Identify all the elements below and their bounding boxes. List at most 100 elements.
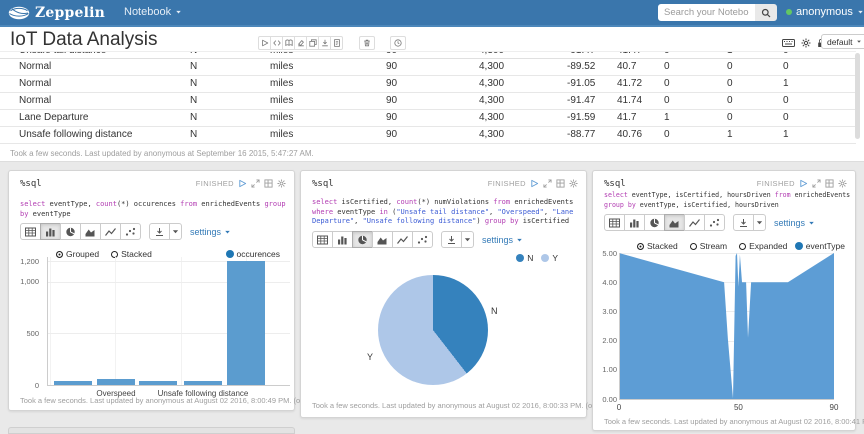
pie-label-y: Y — [367, 352, 373, 362]
table-cell: 0 — [783, 93, 789, 109]
table-scrollbar[interactable] — [855, 53, 860, 139]
table-cell: N — [190, 51, 197, 59]
expand-paragraph-icon[interactable] — [812, 179, 821, 188]
bar-unsafe-following-distance — [184, 381, 222, 385]
bar-chart-button[interactable] — [624, 214, 645, 231]
search-button[interactable] — [755, 4, 777, 21]
interpreter-binding-button[interactable]: default — [821, 34, 864, 49]
table-cell: 90 — [386, 110, 397, 126]
radio-stacked[interactable]: Stacked — [637, 241, 678, 251]
area-chart-button[interactable] — [372, 231, 393, 248]
version-control-button[interactable] — [330, 36, 343, 50]
download-options-button[interactable] — [753, 214, 766, 231]
next-paragraph-edge[interactable] — [8, 427, 295, 434]
paragraph-footer: Took a few seconds. Last updated by anon… — [10, 149, 314, 158]
pie-chart-button[interactable] — [60, 223, 81, 240]
paragraph-footer: Took a few seconds. Last updated by anon… — [312, 401, 620, 410]
interpreter-binding-gear-icon[interactable] — [801, 38, 811, 48]
run-paragraph-icon[interactable] — [530, 179, 539, 188]
download-options-button[interactable] — [461, 231, 474, 248]
run-paragraph-icon[interactable] — [238, 179, 247, 188]
clone-note-icon — [309, 39, 317, 47]
legend-item-n[interactable]: N — [516, 253, 533, 263]
download-button[interactable] — [441, 231, 462, 248]
toggle-editor-icon[interactable] — [825, 179, 834, 188]
radio-grouped[interactable]: Grouped — [56, 249, 99, 259]
table-cell: 0 — [727, 76, 733, 92]
interpreter-binding-label: default — [827, 37, 853, 47]
table-cell: 40.7 — [617, 59, 636, 75]
table-cell: 41.7 — [617, 110, 636, 126]
pie-chart-button[interactable] — [644, 214, 665, 231]
scatter-chart-icon — [125, 227, 136, 237]
radio-stream[interactable]: Stream — [690, 241, 727, 251]
paragraph-settings-icon[interactable] — [277, 179, 286, 188]
table-button[interactable] — [312, 231, 333, 248]
legend-item-occurences[interactable]: occurences — [226, 249, 280, 259]
x-axis-tick: 0 — [617, 403, 621, 412]
zeppelin-brand[interactable]: Zeppelin — [8, 5, 105, 21]
line-chart-button[interactable] — [392, 231, 413, 248]
paragraph-settings-icon[interactable] — [838, 179, 847, 188]
pie-chart: NYNY — [301, 249, 586, 407]
expand-paragraph-icon[interactable] — [543, 179, 552, 188]
x-axis-tick: 90 — [830, 403, 839, 412]
table-cell: 4,300 — [479, 76, 504, 92]
legend-item-y[interactable]: Y — [541, 253, 558, 263]
status-badge: FINISHED — [757, 179, 795, 188]
bar-chart-button[interactable] — [40, 223, 61, 240]
table-cell: 40.76 — [617, 127, 642, 143]
keyboard-shortcuts-icon[interactable] — [782, 39, 795, 47]
notebook-menu[interactable]: Notebook — [124, 6, 182, 18]
download-options-button[interactable] — [169, 223, 182, 240]
toggle-output-icon — [285, 39, 293, 47]
scatter-chart-icon — [417, 235, 428, 245]
user-menu[interactable]: anonymous — [786, 6, 864, 18]
sql-code-editor[interactable]: select eventType, count(*) occurences fr… — [20, 200, 286, 219]
run-all-icon — [261, 39, 269, 47]
chart-mode-radios: Stacked Stream Expanded — [637, 241, 787, 251]
line-chart-button[interactable] — [100, 223, 121, 240]
sql-code-editor[interactable]: select eventType, isCertified, hoursDriv… — [604, 191, 847, 210]
paragraph-status-bar: FINISHED — [488, 179, 578, 188]
note-top-section: IoT Data Analysis default Unsafe tail di… — [0, 27, 864, 162]
run-paragraph-icon[interactable] — [799, 179, 808, 188]
download-icon — [154, 227, 165, 237]
table-cell: Normal — [19, 93, 51, 109]
download-button[interactable] — [149, 223, 170, 240]
note-title[interactable]: IoT Data Analysis — [10, 29, 158, 51]
settings-link[interactable]: settings — [482, 235, 523, 245]
table-button[interactable] — [20, 223, 41, 240]
table-cell: 0 — [727, 59, 733, 75]
paragraph-panel-pie-chart: %sql FINISHED select isCertified, count(… — [300, 170, 587, 418]
radio-expanded[interactable]: Expanded — [739, 241, 787, 251]
expand-paragraph-icon[interactable] — [251, 179, 260, 188]
toggle-editor-icon[interactable] — [556, 179, 565, 188]
legend-item-eventtype[interactable]: eventType — [795, 241, 845, 251]
pie-chart-button[interactable] — [352, 231, 373, 248]
user-status-dot — [786, 9, 792, 15]
scheduler-button[interactable] — [390, 36, 406, 50]
bar-chart-button[interactable] — [332, 231, 353, 248]
area-chart-button[interactable] — [80, 223, 101, 240]
table-row: Unsafe following distanceNmiles904,300-8… — [0, 127, 856, 144]
paragraph-settings-icon[interactable] — [569, 179, 578, 188]
paragraph-footer: Took a few seconds. Last updated by anon… — [20, 396, 328, 405]
remove-note-button[interactable] — [359, 36, 375, 50]
settings-link[interactable]: settings — [774, 218, 815, 228]
table-cell: N — [190, 93, 197, 109]
sql-code-editor[interactable]: select isCertified, count(*) numViolatio… — [312, 198, 578, 227]
scatter-chart-button[interactable] — [704, 214, 725, 231]
scatter-chart-icon — [709, 218, 720, 228]
chevron-down-icon — [224, 229, 231, 235]
toggle-editor-icon[interactable] — [264, 179, 273, 188]
scatter-chart-button[interactable] — [120, 223, 141, 240]
area-chart-button[interactable] — [664, 214, 685, 231]
settings-link[interactable]: settings — [190, 227, 231, 237]
search-input[interactable] — [658, 4, 755, 21]
download-button[interactable] — [733, 214, 754, 231]
radio-stacked[interactable]: Stacked — [111, 249, 152, 259]
table-button[interactable] — [604, 214, 625, 231]
line-chart-button[interactable] — [684, 214, 705, 231]
scatter-chart-button[interactable] — [412, 231, 433, 248]
